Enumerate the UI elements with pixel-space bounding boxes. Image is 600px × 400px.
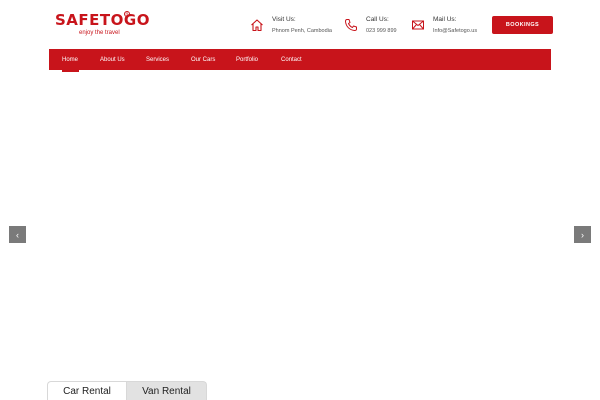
brand-name: SAFETOGO — [55, 11, 150, 29]
nav-item-our-cars[interactable]: Our Cars — [191, 49, 215, 70]
contact-mail-label: Mail Us: — [433, 16, 457, 23]
brand-tagline: enjoy the travel — [79, 30, 120, 36]
registered-mark: R — [124, 11, 130, 17]
nav-active-indicator — [62, 70, 79, 72]
main-nav: Home About Us Services Our Cars Portfoli… — [49, 49, 551, 70]
contact-mail-value[interactable]: Info@Safetogo.us — [433, 26, 477, 36]
slider-next-button[interactable]: › — [574, 226, 591, 243]
page: SAFETOGO R enjoy the travel Visit Us: Ph… — [0, 0, 600, 400]
phone-icon — [344, 18, 358, 32]
house-icon — [250, 18, 264, 32]
nav-item-home[interactable]: Home — [49, 49, 78, 70]
tab-van-rental[interactable]: Van Rental — [127, 381, 207, 400]
contact-visit: Visit Us: Phnom Penh, Cambodia — [250, 15, 332, 37]
contact-visit-label: Visit Us: — [272, 16, 296, 23]
bookings-button[interactable]: BOOKINGS — [492, 16, 553, 34]
rental-tabs: Car Rental Van Rental — [47, 381, 207, 400]
contact-call-value[interactable]: 023 999 899 — [366, 26, 397, 36]
nav-item-portfolio[interactable]: Portfolio — [236, 49, 258, 70]
nav-item-about-us[interactable]: About Us — [100, 49, 125, 70]
chevron-right-icon: › — [581, 229, 584, 240]
tab-car-rental[interactable]: Car Rental — [47, 381, 127, 400]
nav-item-services[interactable]: Services — [146, 49, 169, 70]
contact-mail: Mail Us: Info@Safetogo.us — [411, 15, 477, 37]
mail-icon — [411, 18, 425, 32]
brand-logo[interactable]: SAFETOGO R enjoy the travel — [55, 11, 150, 40]
chevron-left-icon: ‹ — [16, 229, 19, 240]
slider-prev-button[interactable]: ‹ — [9, 226, 26, 243]
contact-call-label: Call Us: — [366, 16, 389, 23]
contact-visit-value: Phnom Penh, Cambodia — [272, 28, 332, 34]
contact-call: Call Us: 023 999 899 — [344, 15, 397, 37]
nav-item-contact[interactable]: Contact — [281, 49, 302, 70]
